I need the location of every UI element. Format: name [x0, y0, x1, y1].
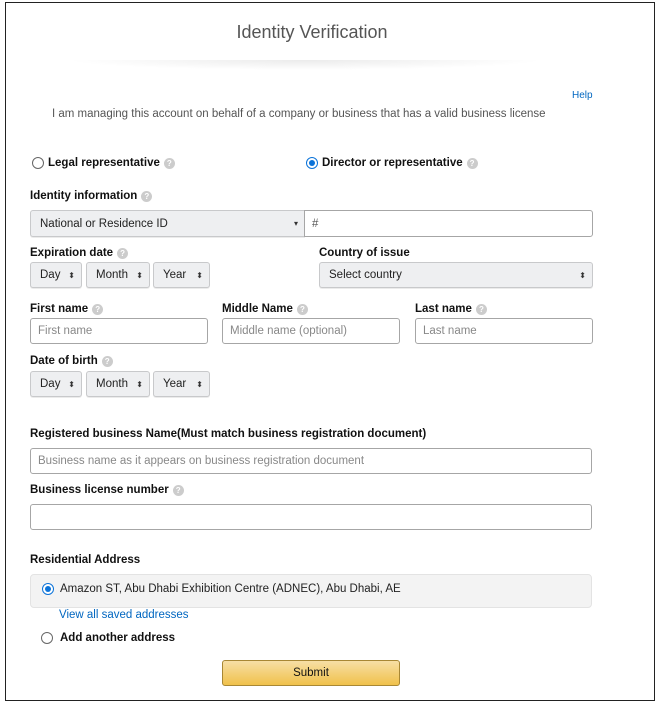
help-icon[interactable]: ?: [101, 355, 113, 367]
label-text: Last name: [415, 303, 472, 315]
last-name-label: Last name?: [415, 303, 487, 315]
help-icon[interactable]: ?: [141, 190, 153, 202]
radio-legal-representative[interactable]: Legal representative ?: [32, 157, 175, 169]
label-text: First name: [30, 303, 89, 315]
select-value: Day: [40, 378, 61, 390]
first-name-label: First name?: [30, 303, 104, 315]
radio-label: Add another address: [60, 632, 176, 644]
radio-director-representative[interactable]: Director or representative ?: [306, 157, 478, 169]
last-name-input[interactable]: Last name: [415, 318, 593, 344]
intro-text: I am managing this account on behalf of …: [52, 108, 546, 120]
label-text: Identity information: [30, 190, 138, 202]
dob-month-select[interactable]: Month ⬍: [86, 371, 150, 397]
sort-arrows-icon: ⬍: [196, 379, 203, 389]
select-value: National or Residence ID: [40, 217, 168, 230]
view-all-addresses-link[interactable]: View all saved addresses: [59, 609, 189, 621]
sort-arrows-icon: ⬍: [579, 270, 586, 280]
help-icon[interactable]: ?: [117, 247, 129, 259]
id-number-input[interactable]: #: [304, 210, 593, 237]
select-value: Month: [96, 269, 128, 281]
country-select[interactable]: Select country ⬍: [319, 262, 593, 288]
select-value: Year: [163, 378, 187, 390]
divider: [65, 60, 545, 70]
label-text: Registered business Name(Must match busi…: [30, 428, 427, 440]
select-value: Select country: [329, 269, 402, 281]
sort-arrows-icon: ⬍: [68, 379, 75, 389]
expiration-year-select[interactable]: Year ⬍: [153, 262, 210, 288]
page-title: Identity Verification: [236, 22, 388, 42]
add-address-option[interactable]: Add another address: [41, 632, 175, 644]
saved-address-text: Amazon ST, Abu Dhabi Exhibition Centre (…: [60, 583, 401, 595]
label-text: Residential Address: [30, 554, 141, 566]
residential-address-label: Residential Address: [30, 554, 140, 566]
label-text: Business license number: [30, 484, 169, 496]
sort-arrows-icon: ⬍: [136, 270, 143, 280]
business-license-label: Business license number?: [30, 484, 184, 496]
dob-day-select[interactable]: Day ⬍: [30, 371, 82, 397]
expiration-label: Expiration date ?: [30, 247, 129, 259]
submit-button[interactable]: Submit: [222, 660, 400, 686]
help-icon[interactable]: ?: [296, 303, 308, 315]
id-type-select[interactable]: National or Residence ID ▾: [30, 210, 305, 237]
middle-name-input[interactable]: Middle name (optional): [222, 318, 400, 344]
sort-arrows-icon: ⬍: [68, 270, 75, 280]
radio-label: Legal representative: [48, 157, 160, 169]
saved-address-option[interactable]: Amazon ST, Abu Dhabi Exhibition Centre (…: [42, 583, 401, 595]
label-text: Date of birth: [30, 355, 98, 367]
help-icon[interactable]: ?: [466, 157, 478, 169]
help-icon[interactable]: ?: [475, 303, 487, 315]
select-value: Year: [163, 269, 187, 281]
label-text: Expiration date: [30, 247, 114, 259]
caret-down-icon: ▾: [293, 219, 298, 228]
dob-year-select[interactable]: Year ⬍: [153, 371, 210, 397]
radio-label: Director or representative: [322, 157, 463, 169]
middle-name-label: Middle Name?: [222, 303, 308, 315]
help-icon[interactable]: ?: [92, 303, 104, 315]
business-license-input[interactable]: [30, 504, 592, 530]
sort-arrows-icon: ⬍: [196, 270, 203, 280]
expiration-day-select[interactable]: Day ⬍: [30, 262, 82, 288]
label-text: Country of issue: [319, 247, 410, 259]
sort-arrows-icon: ⬍: [136, 379, 143, 389]
expiration-month-select[interactable]: Month ⬍: [86, 262, 150, 288]
radio-selected-icon[interactable]: [306, 157, 318, 169]
help-icon[interactable]: ?: [163, 157, 175, 169]
radio-icon[interactable]: [41, 632, 53, 644]
radio-selected-icon[interactable]: [42, 583, 54, 595]
first-name-input[interactable]: First name: [30, 318, 208, 344]
business-name-input[interactable]: Business name as it appears on business …: [30, 448, 592, 474]
help-link[interactable]: Help: [572, 90, 593, 101]
dob-label: Date of birth?: [30, 355, 113, 367]
help-icon[interactable]: ?: [172, 484, 184, 496]
select-value: Month: [96, 378, 128, 390]
identity-label: Identity information ?: [30, 190, 153, 202]
radio-icon[interactable]: [32, 157, 44, 169]
select-value: Day: [40, 269, 61, 281]
label-text: Middle Name: [222, 303, 293, 315]
business-name-label: Registered business Name(Must match busi…: [30, 428, 426, 440]
country-label: Country of issue: [319, 247, 410, 259]
